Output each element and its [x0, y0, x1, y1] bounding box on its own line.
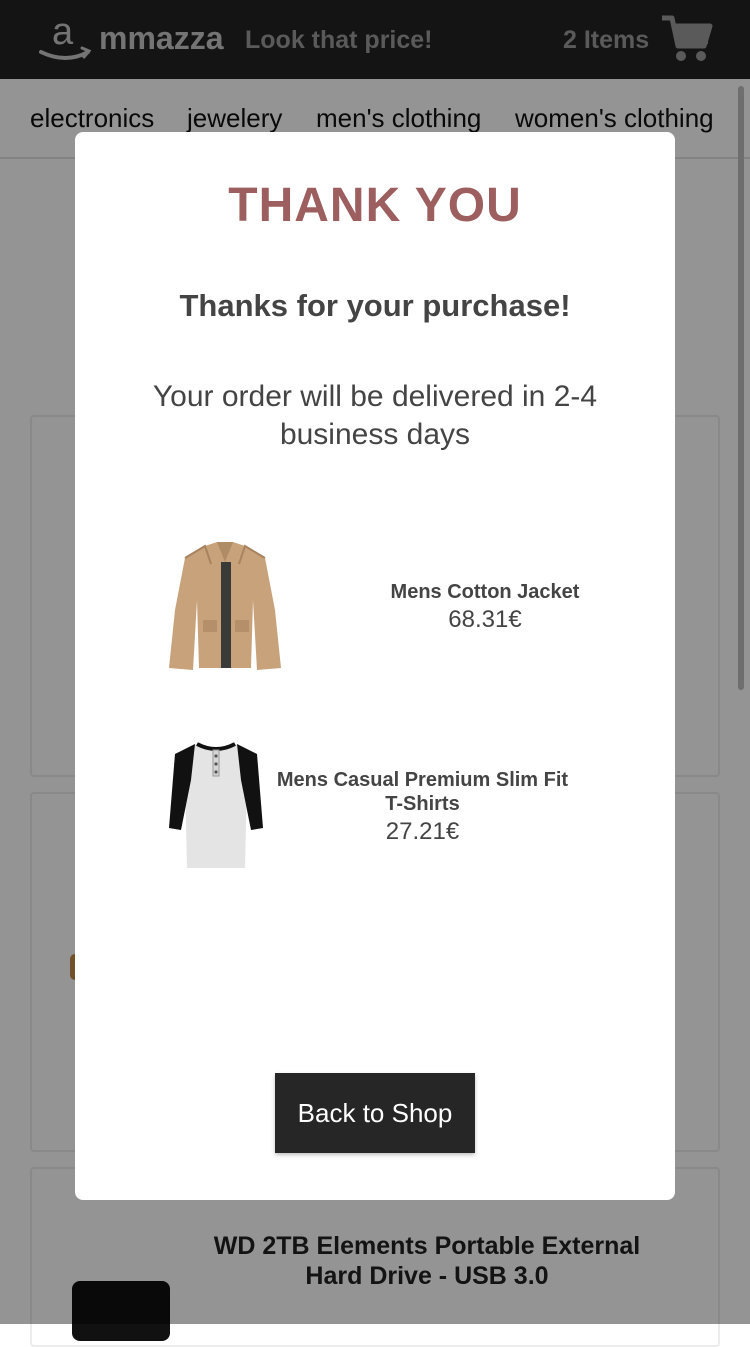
- shop-page: a mmazza Look that price! 2 Items electr…: [0, 0, 750, 1347]
- tshirt-image: [169, 742, 263, 868]
- thank-you-modal: THANK YOU Thanks for your purchase! Your…: [75, 132, 675, 1200]
- order-item: Mens Cotton Jacket 68.31€: [75, 532, 675, 682]
- item-price: 27.21€: [385, 818, 460, 845]
- modal-title: THANK YOU: [228, 179, 522, 232]
- back-to-shop-button[interactable]: Back to Shop: [275, 1073, 475, 1153]
- item-name: Mens Cotton Jacket: [390, 581, 580, 603]
- modal-subtitle: Thanks for your purchase!: [179, 288, 571, 323]
- delivery-message: Your order will be delivered in 2-4 busi…: [152, 380, 598, 451]
- jacket-image: [169, 542, 281, 670]
- order-item: Mens Casual Premium Slim Fit T-Shirts 27…: [75, 732, 675, 882]
- item-name: Mens Casual Premium Slim Fit T-Shirts: [276, 769, 569, 815]
- item-price: 68.31€: [448, 606, 522, 633]
